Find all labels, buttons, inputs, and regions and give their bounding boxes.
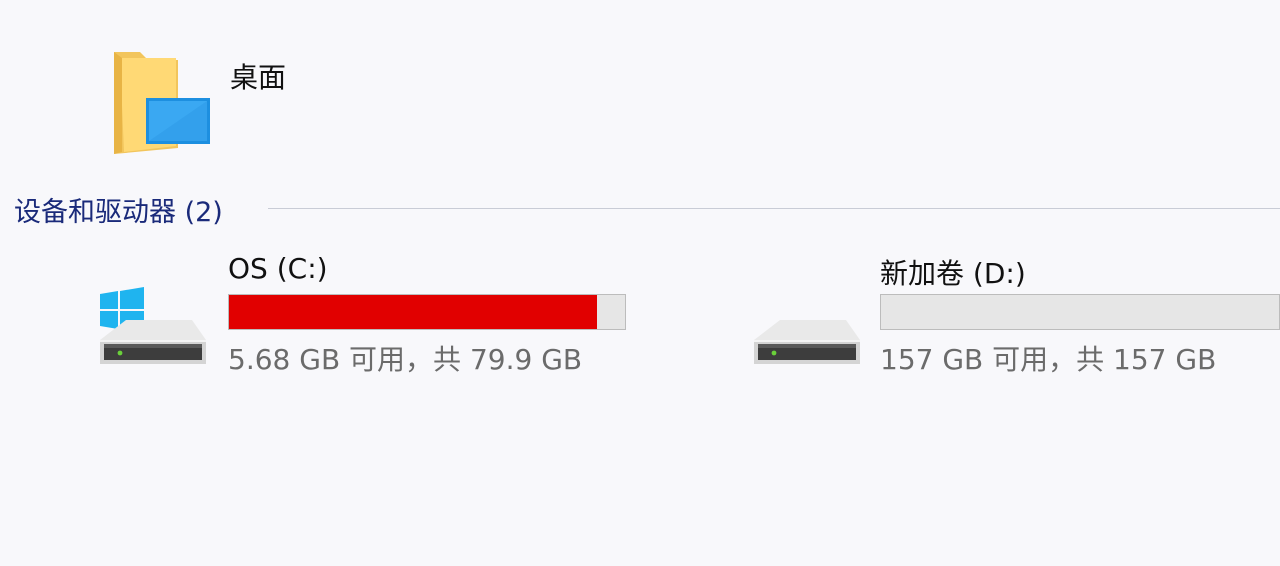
desktop-folder-icon [114, 52, 210, 154]
drive-space-text: 5.68 GB 可用，共 79.9 GB [228, 343, 583, 376]
file-explorer-view: 桌面 设备和驱动器 (2) OS (C:) 5.68 GB 可用，共 79.9 … [0, 0, 1280, 566]
windows-drive-icon [100, 287, 206, 364]
drive-name: OS (C:) [228, 252, 328, 285]
drive-item-c[interactable]: OS (C:) 5.68 GB 可用，共 79.9 GB [96, 250, 636, 380]
drive-space-text: 157 GB 可用，共 157 GB [880, 343, 1217, 376]
drive-usage-bar [228, 294, 626, 330]
drive-icon [754, 320, 860, 364]
drive-item-d[interactable]: 新加卷 (D:) 157 GB 可用，共 157 GB [750, 250, 1280, 380]
drive-usage-fill [229, 295, 597, 329]
drive-usage-bar [880, 294, 1280, 330]
desktop-folder-item[interactable]: 桌面 [100, 40, 330, 160]
section-title: 设备和驱动器 (2) [14, 197, 223, 228]
drive-name: 新加卷 (D:) [880, 257, 1026, 290]
devices-and-drives-header[interactable]: 设备和驱动器 (2) [14, 190, 1280, 230]
desktop-folder-label: 桌面 [230, 61, 287, 94]
section-divider [268, 208, 1280, 209]
